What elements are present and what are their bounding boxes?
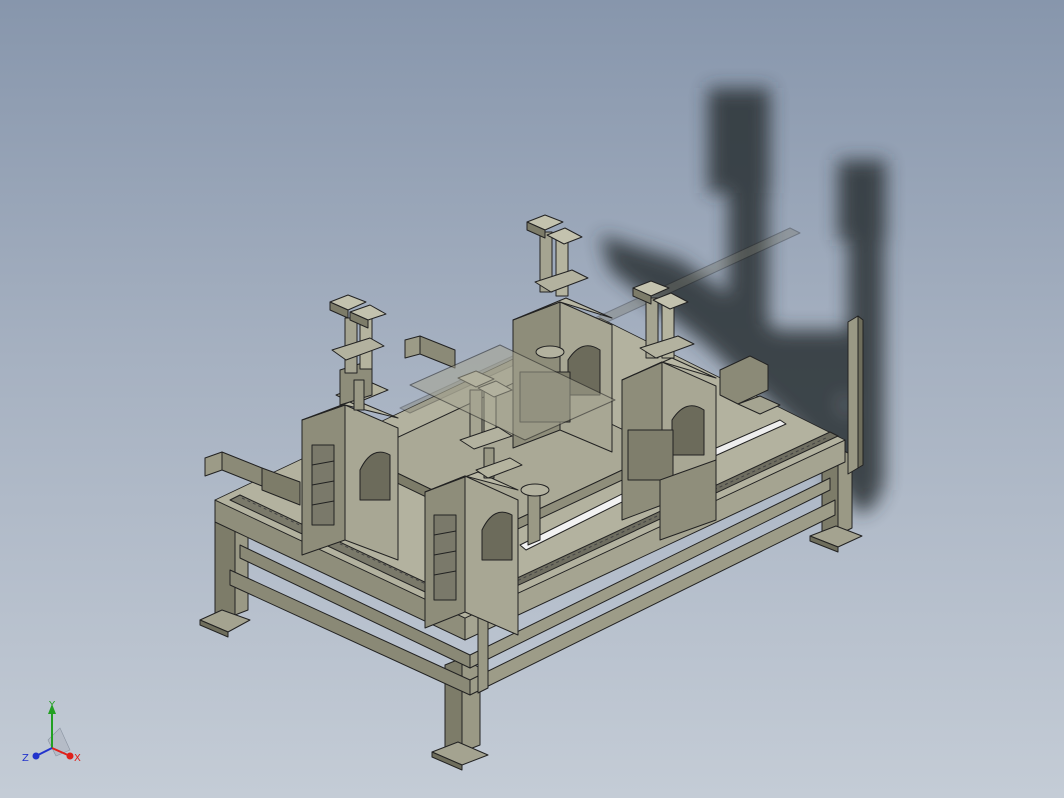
z-axis-label: Z <box>22 753 29 764</box>
y-axis-label: Y <box>48 700 56 711</box>
press-unit-left <box>301 294 399 561</box>
orientation-triad[interactable]: Y X Z <box>18 700 88 772</box>
cad-model-view[interactable] <box>0 0 1064 798</box>
graphics-viewport[interactable]: Y X Z <box>0 0 1064 798</box>
x-axis-label: X <box>74 753 81 764</box>
